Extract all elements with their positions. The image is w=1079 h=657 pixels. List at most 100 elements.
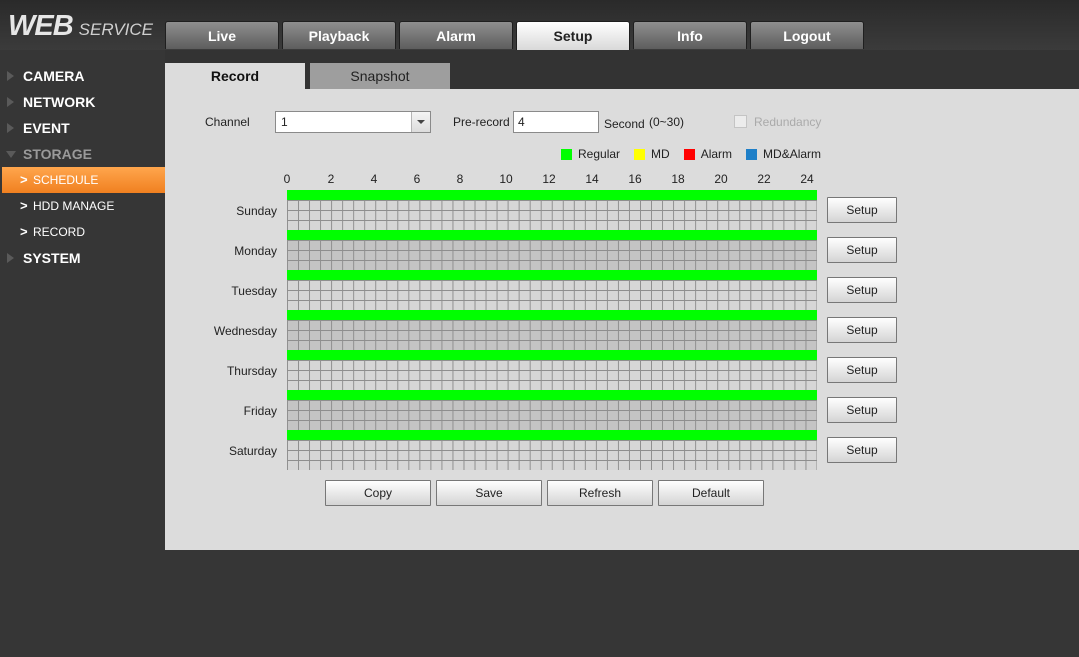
regular-bar — [287, 270, 817, 280]
sidebar-subitem-record[interactable]: > RECORD — [0, 219, 165, 245]
regular-swatch — [561, 148, 572, 160]
sidebar: CAMERA NETWORK EVENT STORAGE > SCHEDULE >… — [0, 50, 165, 657]
sidebar-item-label: EVENT — [23, 120, 70, 136]
main-panel: Record Snapshot Channel 1 Pre-record 4 S… — [165, 50, 1079, 550]
day-label-saturday: Saturday — [228, 444, 277, 458]
legend: Regular MD Alarm MD&Alarm — [561, 147, 835, 161]
time-cells[interactable] — [287, 280, 817, 310]
setup-button-thursday[interactable]: Setup — [827, 357, 897, 383]
tab-record[interactable]: Record — [165, 63, 305, 89]
time-cells[interactable] — [287, 320, 817, 350]
tab-logout[interactable]: Logout — [750, 21, 864, 49]
hour-tick: 2 — [327, 172, 335, 186]
tab-snapshot[interactable]: Snapshot — [310, 63, 450, 89]
sidebar-item-network[interactable]: NETWORK — [0, 89, 165, 115]
sidebar-subitem-label: SCHEDULE — [33, 173, 99, 187]
triangle-right-icon — [7, 71, 14, 81]
regular-bar — [287, 390, 817, 400]
legend-item-alarm: Alarm — [683, 147, 732, 161]
hour-tick: 20 — [714, 172, 728, 186]
sidebar-subitem-hdd-manage[interactable]: > HDD MANAGE — [0, 193, 165, 219]
sidebar-item-event[interactable]: EVENT — [0, 115, 165, 141]
regular-bar — [287, 230, 817, 240]
time-cells[interactable] — [287, 400, 817, 430]
sidebar-item-label: STORAGE — [23, 146, 92, 162]
tab-live[interactable]: Live — [165, 21, 279, 49]
channel-label: Channel — [205, 115, 250, 129]
prerecord-label: Pre-record — [453, 115, 510, 129]
hour-tick: 16 — [628, 172, 642, 186]
tab-alarm[interactable]: Alarm — [399, 21, 513, 49]
schedule-row-sunday[interactable] — [287, 190, 817, 230]
md-alarm-swatch — [746, 148, 758, 160]
setup-button-friday[interactable]: Setup — [827, 397, 897, 423]
channel-value: 1 — [281, 115, 288, 129]
regular-bar — [287, 350, 817, 360]
day-label-tuesday: Tuesday — [231, 284, 277, 298]
top-nav: Live Playback Alarm Setup Info Logout — [165, 21, 867, 50]
chevron-right-icon: > — [20, 224, 28, 239]
triangle-right-icon — [7, 123, 14, 133]
regular-bar — [287, 190, 817, 200]
sidebar-item-camera[interactable]: CAMERA — [0, 63, 165, 89]
setup-button-wednesday[interactable]: Setup — [827, 317, 897, 343]
channel-select[interactable]: 1 — [275, 111, 431, 133]
setup-button-tuesday[interactable]: Setup — [827, 277, 897, 303]
tab-setup[interactable]: Setup — [516, 21, 630, 50]
dropdown-arrow-icon[interactable] — [411, 112, 430, 132]
regular-bar — [287, 430, 817, 440]
setup-button-sunday[interactable]: Setup — [827, 197, 897, 223]
schedule-row-friday[interactable] — [287, 390, 817, 430]
setup-button-saturday[interactable]: Setup — [827, 437, 897, 463]
sidebar-item-label: NETWORK — [23, 94, 96, 110]
triangle-right-icon — [7, 253, 14, 263]
schedule-grid[interactable] — [287, 190, 817, 470]
time-cells[interactable] — [287, 240, 817, 270]
tab-playback[interactable]: Playback — [282, 21, 396, 49]
schedule-row-wednesday[interactable] — [287, 310, 817, 350]
subtab-bar: Record Snapshot — [165, 50, 1079, 89]
day-label-sunday: Sunday — [236, 204, 277, 218]
chevron-right-icon: > — [20, 198, 28, 213]
hour-tick: 14 — [585, 172, 599, 186]
md-swatch — [634, 148, 646, 160]
schedule-row-tuesday[interactable] — [287, 270, 817, 310]
header: WEB SERVICE Live Playback Alarm Setup Inf… — [0, 0, 1079, 50]
schedule-row-saturday[interactable] — [287, 430, 817, 470]
day-label-monday: Monday — [234, 244, 277, 258]
sidebar-item-storage[interactable]: STORAGE — [0, 141, 165, 167]
prerecord-input[interactable]: 4 — [513, 111, 599, 133]
schedule-row-thursday[interactable] — [287, 350, 817, 390]
default-button[interactable]: Default — [658, 480, 764, 506]
time-cells[interactable] — [287, 200, 817, 230]
hour-tick: 6 — [413, 172, 421, 186]
triangle-right-icon — [7, 97, 14, 107]
sidebar-subitem-label: RECORD — [33, 225, 86, 239]
hour-tick: 10 — [499, 172, 513, 186]
setup-button-monday[interactable]: Setup — [827, 237, 897, 263]
day-label-wednesday: Wednesday — [213, 324, 277, 338]
hour-tick: 18 — [671, 172, 685, 186]
time-cells[interactable] — [287, 360, 817, 390]
legend-item-md: MD — [634, 147, 670, 161]
hour-tick: 8 — [456, 172, 464, 186]
sidebar-subitem-label: HDD MANAGE — [33, 199, 115, 213]
range-label: (0~30) — [649, 115, 685, 129]
tab-info[interactable]: Info — [633, 21, 747, 49]
sidebar-item-label: SYSTEM — [23, 250, 81, 266]
legend-label: MD&Alarm — [763, 147, 822, 161]
schedule-row-monday[interactable] — [287, 230, 817, 270]
sidebar-item-system[interactable]: SYSTEM — [0, 245, 165, 271]
sidebar-item-label: CAMERA — [23, 68, 85, 84]
time-cells[interactable] — [287, 440, 817, 470]
sidebar-subitem-schedule[interactable]: > SCHEDULE — [2, 167, 165, 193]
refresh-button[interactable]: Refresh — [547, 480, 653, 506]
alarm-swatch — [683, 148, 695, 160]
hour-tick: 22 — [757, 172, 771, 186]
second-label: Second — [604, 117, 645, 131]
hour-tick: 4 — [370, 172, 378, 186]
save-button[interactable]: Save — [436, 480, 542, 506]
copy-button[interactable]: Copy — [325, 480, 431, 506]
triangle-down-icon — [6, 151, 16, 158]
redundancy-checkbox[interactable] — [734, 115, 747, 128]
